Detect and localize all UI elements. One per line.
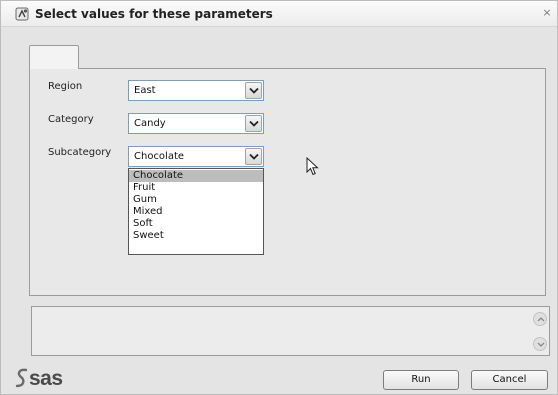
subcategory-dropdown-list: Chocolate Fruit Gum Mixed Soft Sweet [128, 168, 264, 255]
dropdown-option-soft[interactable]: Soft [129, 218, 263, 230]
category-value: Candy [134, 118, 166, 129]
sas-swirl-icon [15, 368, 28, 388]
mouse-pointer-icon [306, 156, 320, 180]
parameters-panel [29, 68, 546, 296]
chevron-down-icon[interactable] [245, 148, 262, 165]
subcategory-value: Chocolate [134, 151, 185, 162]
chevron-down-icon[interactable] [533, 337, 547, 351]
message-log[interactable] [31, 306, 550, 356]
region-label: Region [48, 81, 83, 92]
close-icon[interactable]: × [541, 7, 553, 19]
sas-app-icon [15, 7, 29, 21]
chevron-up-icon[interactable] [533, 312, 547, 326]
dialog-title: Select values for these parameters [35, 7, 273, 21]
region-select[interactable]: East [128, 80, 264, 101]
tab-parameters[interactable] [29, 45, 79, 69]
region-value: East [134, 85, 156, 96]
run-button[interactable]: Run [383, 370, 459, 390]
subcategory-select[interactable]: Chocolate [128, 146, 264, 167]
category-label: Category [48, 114, 94, 125]
category-select[interactable]: Candy [128, 113, 264, 134]
subcategory-label: Subcategory [48, 147, 112, 158]
dropdown-option-chocolate[interactable]: Chocolate [129, 170, 263, 182]
dropdown-option-fruit[interactable]: Fruit [129, 182, 263, 194]
chevron-down-icon[interactable] [245, 82, 262, 99]
sas-wordmark: sas [29, 367, 63, 390]
dropdown-option-mixed[interactable]: Mixed [129, 206, 263, 218]
parameter-dialog: Select values for these parameters × Reg… [0, 0, 558, 395]
title-bar: Select values for these parameters × [1, 1, 557, 27]
cancel-button[interactable]: Cancel [471, 370, 548, 390]
dropdown-option-gum[interactable]: Gum [129, 194, 263, 206]
chevron-down-icon[interactable] [245, 115, 262, 132]
dropdown-option-sweet[interactable]: Sweet [129, 230, 263, 242]
